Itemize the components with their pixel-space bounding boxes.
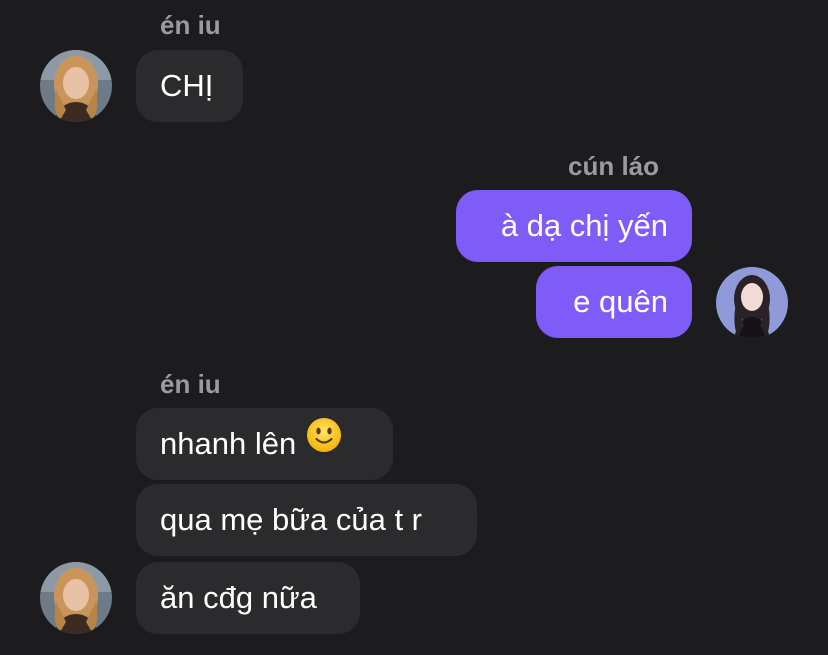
message-text: à dạ chị yến — [500, 208, 668, 243]
message-bubble-outgoing[interactable]: e quên — [536, 266, 692, 338]
contact-avatar-image — [40, 50, 112, 122]
sender-name-en-iu: én iu — [160, 369, 221, 399]
slightly-smiling-face-icon — [306, 407, 342, 479]
self-avatar[interactable] — [716, 267, 788, 339]
message-text: ăn cđg nữa — [160, 580, 317, 615]
sender-name-cun-lao: cún láo — [568, 151, 660, 181]
message-text: e quên — [573, 284, 668, 319]
contact-avatar[interactable] — [40, 562, 112, 634]
message-bubble-incoming[interactable]: ăn cđg nữa — [136, 562, 360, 634]
message-text: CHỊ — [160, 68, 214, 103]
message-bubble-incoming[interactable]: nhanh lên — [136, 408, 393, 480]
message-bubble-incoming[interactable]: qua mẹ bữa của t r — [136, 484, 477, 556]
message-text: qua mẹ bữa của t r — [160, 502, 423, 537]
self-avatar-image — [716, 267, 788, 339]
contact-avatar-image — [40, 562, 112, 634]
message-bubble-incoming[interactable]: CHỊ — [136, 50, 243, 122]
sender-name-en-iu: én iu — [160, 10, 221, 40]
contact-avatar[interactable] — [40, 50, 112, 122]
message-text: nhanh lên — [160, 426, 297, 461]
message-bubble-outgoing[interactable]: à dạ chị yến — [456, 190, 692, 262]
